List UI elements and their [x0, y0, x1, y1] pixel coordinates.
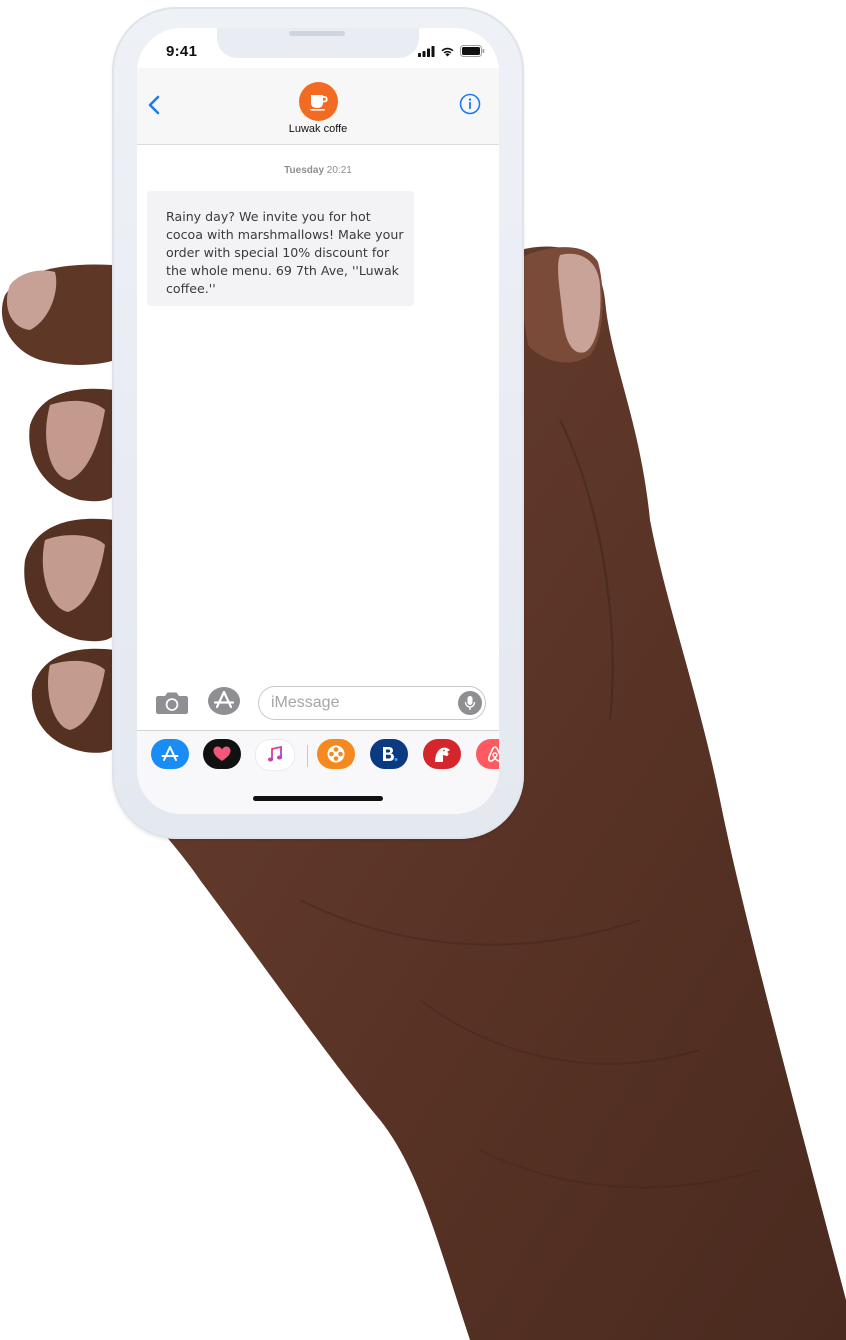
status-time: 9:41 — [166, 43, 198, 60]
cellular-signal-icon — [418, 45, 435, 57]
app-store-glyph-icon — [161, 746, 179, 761]
message-bubble[interactable]: Rainy day? We invite you for hot cocoa w… — [147, 191, 414, 306]
app-store-icon[interactable] — [151, 739, 189, 769]
booking-b-icon — [383, 747, 398, 761]
info-icon[interactable] — [459, 93, 481, 115]
airbnb-logo-icon — [487, 746, 499, 762]
microphone-icon — [464, 696, 476, 710]
timestamp-time: 20:21 — [326, 165, 352, 176]
chevron-left-icon — [148, 95, 160, 115]
drawer-separator — [307, 745, 308, 767]
airbnb-icon[interactable] — [476, 739, 499, 769]
dog-head-icon — [435, 747, 450, 762]
status-icons — [418, 45, 485, 57]
timestamp-day: Tuesday — [284, 165, 325, 176]
booking-icon[interactable] — [370, 739, 408, 769]
contact-name[interactable]: Luwak coffe — [137, 123, 499, 135]
music-icon[interactable] — [255, 739, 295, 771]
app-store-drawer-icon[interactable] — [207, 686, 241, 716]
notch — [217, 28, 419, 58]
speaker-grille — [289, 31, 345, 36]
wifi-icon — [441, 47, 454, 56]
back-button[interactable] — [143, 90, 165, 120]
camera-icon[interactable] — [155, 689, 189, 715]
dog-game-icon[interactable] — [423, 739, 461, 769]
reel-glyph-icon — [327, 745, 345, 763]
stage: 9:41 Luwak coffe Tuesday 20:21 Rainy day… — [0, 0, 846, 1340]
heart-icon — [213, 746, 231, 761]
battery-icon — [460, 45, 485, 57]
coffee-cup-icon — [309, 94, 328, 111]
conversation-header: Luwak coffe — [137, 68, 499, 145]
contact-avatar[interactable] — [299, 82, 338, 121]
heart-sticker-icon[interactable] — [203, 739, 241, 769]
phone-screen: 9:41 Luwak coffe Tuesday 20:21 Rainy day… — [137, 28, 499, 814]
app-drawer — [137, 731, 499, 814]
message-timestamp: Tuesday 20:21 — [137, 165, 499, 176]
film-reel-icon[interactable] — [317, 739, 355, 769]
imessage-input[interactable] — [258, 686, 486, 720]
home-indicator[interactable] — [253, 796, 383, 801]
microphone-button[interactable] — [458, 691, 482, 715]
music-note-icon — [267, 746, 283, 762]
